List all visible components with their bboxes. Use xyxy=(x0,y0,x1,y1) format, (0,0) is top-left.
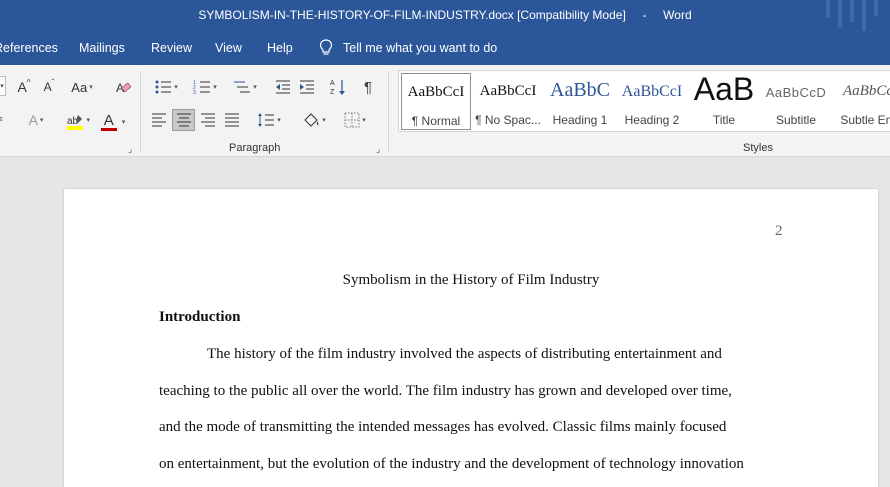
line-spacing-button[interactable]: ▾ xyxy=(252,110,286,130)
subscript-partial[interactable]: ² xyxy=(0,110,6,130)
font-size-dropdown[interactable]: ▾ xyxy=(0,76,6,96)
chevron-down-icon: ▾ xyxy=(0,83,4,90)
style-no-spacing[interactable]: AaBbCcI ¶ No Spac... xyxy=(473,73,543,130)
shrink-font-button[interactable]: Aˇ xyxy=(39,77,59,97)
title-bar-pattern xyxy=(820,0,890,31)
align-right-icon xyxy=(201,113,215,127)
style-title[interactable]: AaB Title xyxy=(689,73,759,130)
paragraph-group-label: Paragraph xyxy=(229,142,281,154)
paragraph-line[interactable]: The history of the film industry involve… xyxy=(207,346,722,363)
line-spacing-icon xyxy=(258,113,275,127)
sort-button[interactable]: AZ xyxy=(328,77,348,97)
multilevel-list-button[interactable]: ▾ xyxy=(228,77,262,97)
document-canvas[interactable]: 2 Symbolism in the History of Film Indus… xyxy=(0,157,890,487)
tab-references[interactable]: References xyxy=(0,41,58,55)
font-color-icon: A xyxy=(100,113,117,131)
justify-icon xyxy=(225,113,239,127)
change-case-icon: Aa xyxy=(71,79,88,95)
paragraph-line[interactable]: on entertainment, but the evolution of t… xyxy=(159,456,744,473)
borders-icon xyxy=(344,112,360,128)
increase-indent-icon xyxy=(300,80,314,94)
decrease-indent-button[interactable] xyxy=(273,77,293,97)
align-left-icon xyxy=(152,113,166,127)
ribbon-separator xyxy=(388,71,389,151)
highlight-color-button[interactable]: ab ▾ xyxy=(58,110,92,134)
bullets-button[interactable]: ▾ xyxy=(149,77,183,97)
style-normal[interactable]: AaBbCcI ¶ Normal xyxy=(401,73,471,130)
page-number: 2 xyxy=(775,223,783,239)
justify-button[interactable] xyxy=(222,110,242,130)
tab-help[interactable]: Help xyxy=(267,41,293,55)
bullet-list-icon xyxy=(155,80,172,94)
text-effects-button[interactable]: A ▾ xyxy=(20,110,52,130)
borders-button[interactable]: ▾ xyxy=(338,110,372,130)
svg-text:A: A xyxy=(330,80,335,87)
paragraph-line[interactable]: teaching to the public all over the worl… xyxy=(159,383,732,400)
tab-review[interactable]: Review xyxy=(151,41,192,55)
app-name: Word xyxy=(663,8,692,22)
style-heading-2[interactable]: AaBbCcI Heading 2 xyxy=(617,73,687,130)
sort-icon: AZ xyxy=(330,80,345,96)
tell-me-search[interactable]: Tell me what you want to do xyxy=(319,39,497,56)
font-dialog-launcher-icon[interactable]: ⌟ xyxy=(128,144,132,155)
font-color-button[interactable]: A ▾ xyxy=(96,110,130,134)
highlighter-icon: ab xyxy=(67,115,83,130)
multilevel-list-icon xyxy=(234,81,251,93)
lightbulb-icon xyxy=(319,39,333,56)
show-formatting-button[interactable]: ¶ xyxy=(358,77,378,97)
document-page[interactable]: 2 Symbolism in the History of Film Indus… xyxy=(64,189,878,487)
paragraph-dialog-launcher-icon[interactable]: ⌟ xyxy=(376,144,380,155)
change-case-button[interactable]: Aa ▾ xyxy=(66,77,98,97)
align-center-icon xyxy=(176,113,191,127)
numbering-button[interactable]: 123 ▾ xyxy=(188,77,222,97)
align-right-button[interactable] xyxy=(198,110,218,130)
tell-me-label: Tell me what you want to do xyxy=(343,40,498,55)
svg-text:3: 3 xyxy=(193,90,196,95)
shading-button[interactable]: ▾ xyxy=(297,110,331,130)
shrink-font-icon: A xyxy=(43,80,52,94)
title-separator: - xyxy=(642,8,647,22)
ribbon-tabs: References Mailings Review View Help Tel… xyxy=(0,31,890,65)
eraser-icon: A xyxy=(116,81,131,95)
window-title: SYMBOLISM-IN-THE-HISTORY-OF-FILM-INDUSTR… xyxy=(0,8,890,22)
style-heading-1[interactable]: AaBbC Heading 1 xyxy=(545,73,615,130)
paragraph-line[interactable]: and the mode of transmitting the intende… xyxy=(159,419,726,436)
paint-bucket-icon xyxy=(304,113,319,127)
clear-formatting-button[interactable]: A xyxy=(113,77,133,97)
align-left-button[interactable] xyxy=(149,110,169,130)
svg-text:Z: Z xyxy=(330,89,335,96)
document-name: SYMBOLISM-IN-THE-HISTORY-OF-FILM-INDUSTR… xyxy=(198,8,626,22)
document-title[interactable]: Symbolism in the History of Film Industr… xyxy=(64,272,878,289)
styles-group-label: Styles xyxy=(743,142,773,154)
style-subtle-emphasis[interactable]: AaBbCc Subtle Em xyxy=(833,73,890,130)
numbered-list-icon: 123 xyxy=(193,80,211,95)
tab-mailings[interactable]: Mailings xyxy=(79,41,125,55)
grow-font-icon: A xyxy=(17,79,27,95)
text-effects-icon: A xyxy=(28,112,38,128)
title-bar: SYMBOLISM-IN-THE-HISTORY-OF-FILM-INDUSTR… xyxy=(0,0,890,31)
align-center-button[interactable] xyxy=(172,109,195,131)
styles-gallery: AaBbCcI ¶ Normal AaBbCcI ¶ No Spac... Aa… xyxy=(398,70,890,132)
style-subtitle[interactable]: AaBbCcD Subtitle xyxy=(761,73,831,130)
increase-indent-button[interactable] xyxy=(297,77,317,97)
pilcrow-icon: ¶ xyxy=(363,78,373,96)
ribbon-separator xyxy=(140,71,141,151)
decrease-indent-icon xyxy=(276,80,290,94)
tab-view[interactable]: View xyxy=(215,41,242,55)
section-heading[interactable]: Introduction xyxy=(159,309,240,326)
grow-font-button[interactable]: A ^ xyxy=(14,77,34,97)
ribbon: ▾ A ^ Aˇ Aa ▾ A ² A ▾ ab ▾ A ▾ ⌟ ▾ 123 ▾ ▾ xyxy=(0,65,890,157)
